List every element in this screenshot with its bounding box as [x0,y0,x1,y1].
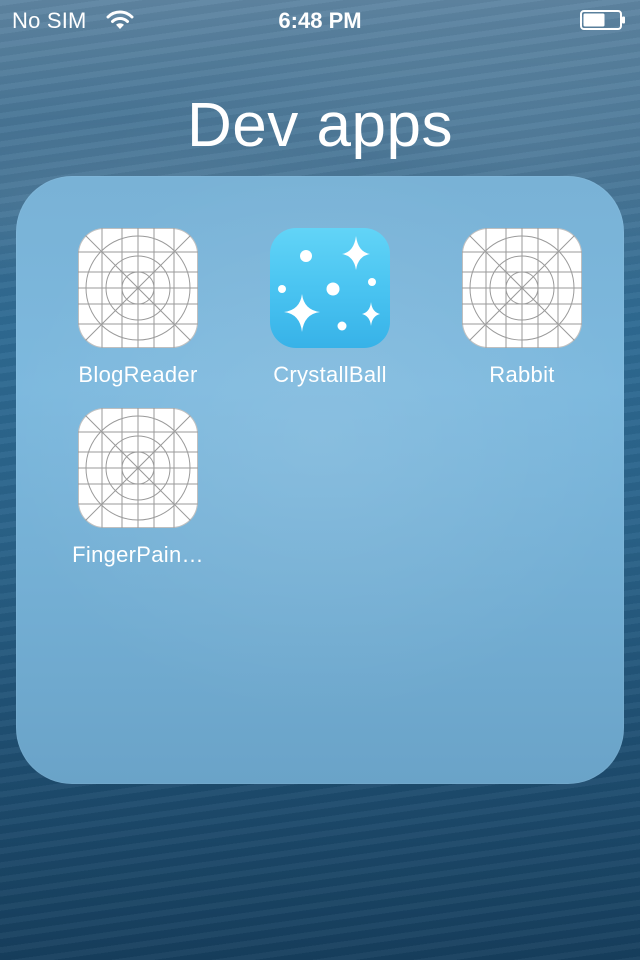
battery-icon [580,10,626,30]
app-label: CrystallBall [273,362,387,387]
folder-panel: BlogReader CrystallBall Rabbit FingerPai… [16,176,624,784]
status-bar: No SIM 6:48 PM [0,0,640,40]
app-label: Rabbit [489,362,555,387]
placeholder-grid-icon[interactable] [78,228,198,348]
app-rabbit[interactable]: Rabbit [452,228,592,398]
placeholder-grid-icon[interactable] [78,408,198,528]
sparkles-icon[interactable] [270,228,390,348]
clock: 6:48 PM [278,8,362,33]
placeholder-grid-icon[interactable] [462,228,582,348]
app-blogreader[interactable]: BlogReader [68,228,208,398]
app-label: FingerPain… [72,542,204,567]
app-fingerpainter[interactable]: FingerPain… [68,408,208,578]
app-label: BlogReader [78,362,198,387]
folder-title[interactable]: Dev apps [0,90,640,161]
app-crystallball[interactable]: CrystallBall [260,228,400,398]
